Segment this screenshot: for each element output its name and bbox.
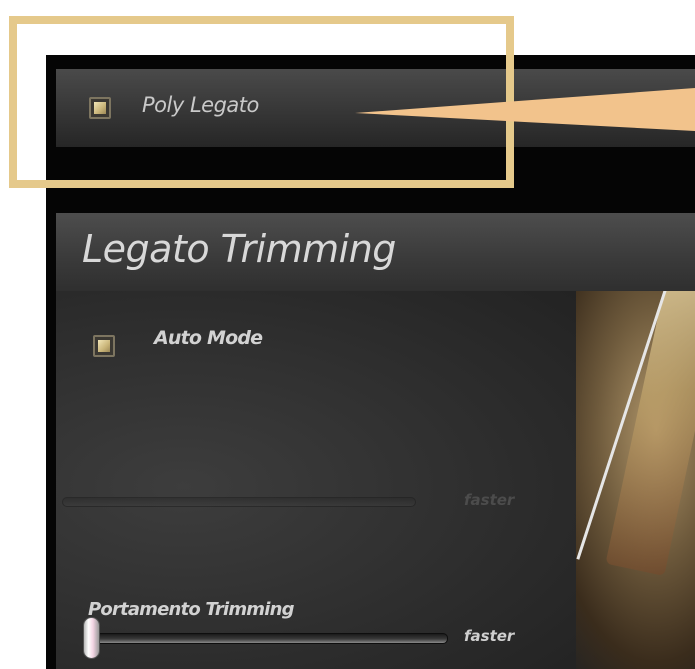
arrow-pointer-icon — [355, 88, 695, 131]
